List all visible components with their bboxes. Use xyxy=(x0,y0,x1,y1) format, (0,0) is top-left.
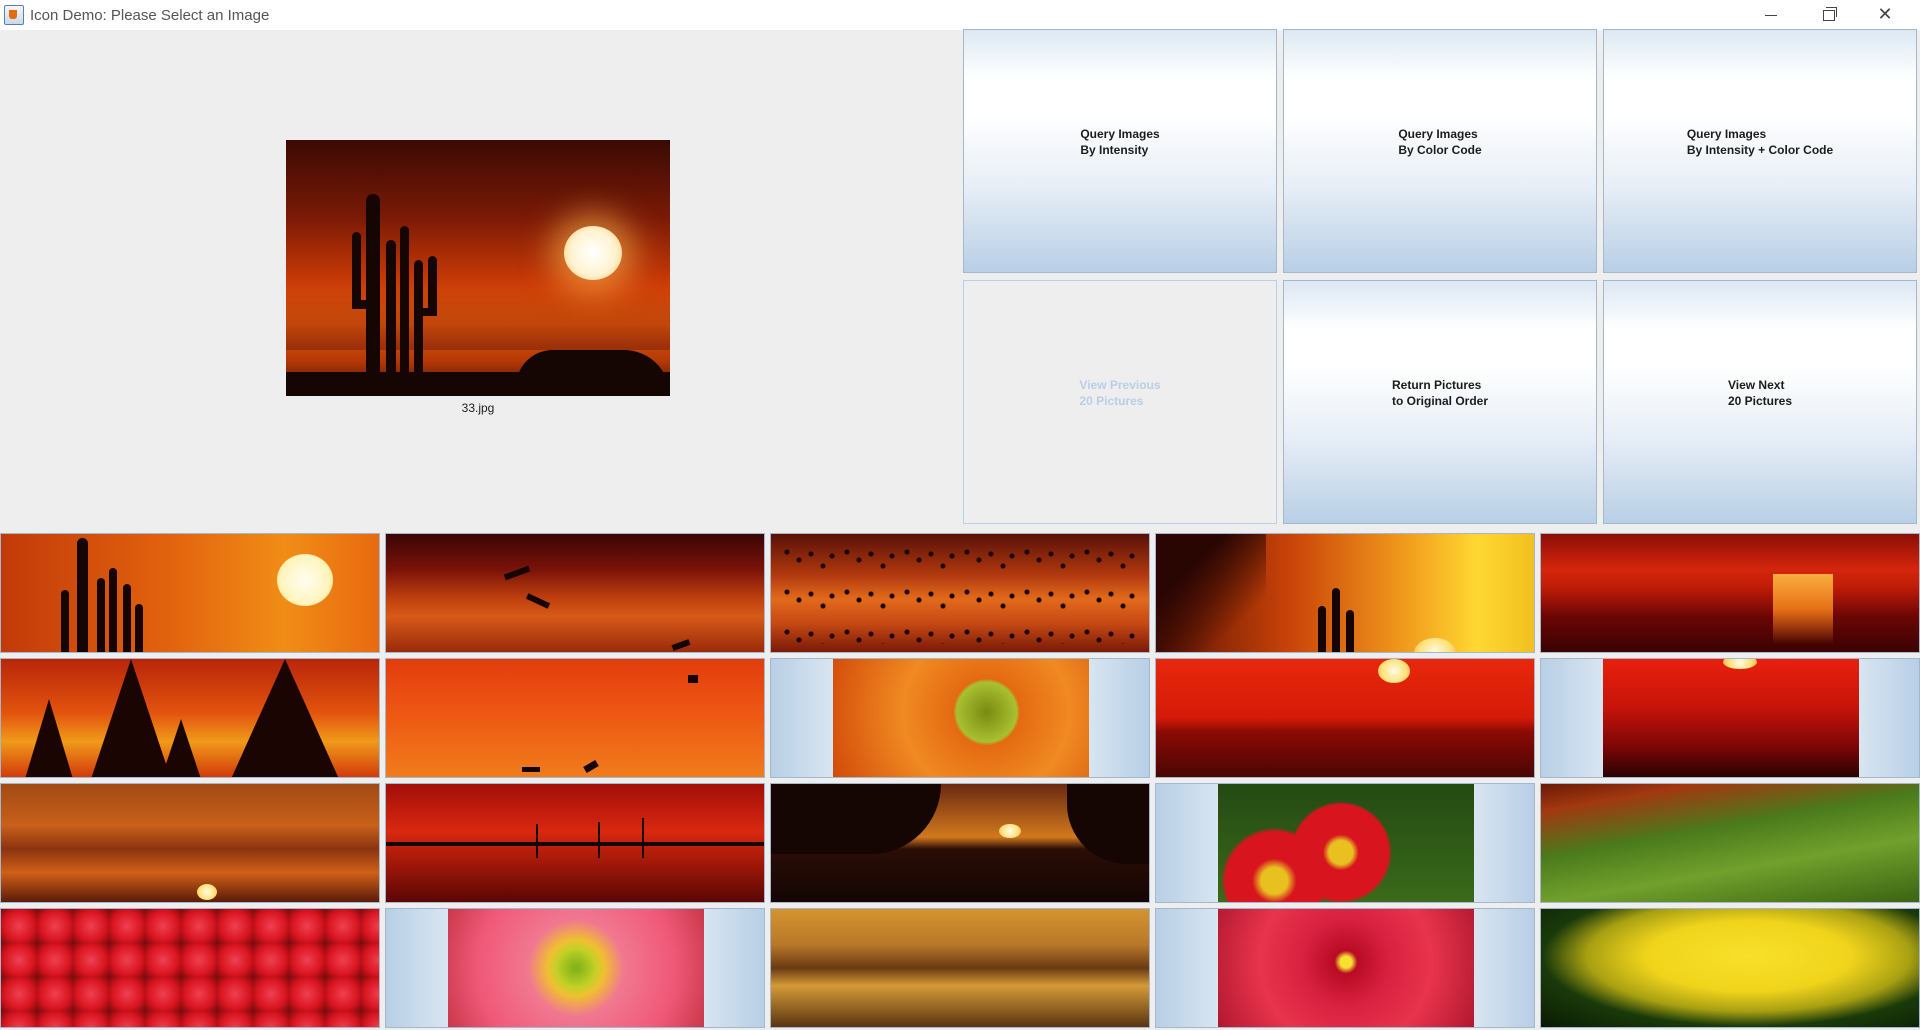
thumbnail-pine-tree-sunset[interactable] xyxy=(0,658,380,778)
thumbnail-flock-of-birds[interactable] xyxy=(770,533,1150,653)
minimize-icon[interactable] xyxy=(1748,0,1794,30)
query-by-color-code-button[interactable]: Query Images By Color Code xyxy=(1283,29,1597,273)
thumbnail-green-landscape[interactable] xyxy=(1540,783,1920,903)
button-label: Return Pictures to Original Order xyxy=(1391,378,1488,408)
query-by-intensity-color-code-button[interactable]: Query Images By Intensity + Color Code xyxy=(1603,29,1917,273)
thumbnail-red-berries[interactable] xyxy=(0,908,380,1028)
thumbnail-red-sunset-horizon[interactable] xyxy=(1540,658,1920,778)
return-original-order-button[interactable]: Return Pictures to Original Order xyxy=(1283,280,1597,524)
thumbnail-clouds-sunset[interactable] xyxy=(770,908,1150,1028)
java-app-icon xyxy=(4,5,24,25)
title-bar: Icon Demo: Please Select an Image ✕ xyxy=(0,0,1920,30)
thumbnail-red-hibiscus[interactable] xyxy=(1155,908,1535,1028)
thumbnail-sunset-over-sea[interactable] xyxy=(1155,658,1535,778)
thumbnail-orange-flower[interactable] xyxy=(770,658,1150,778)
thumbnail-tree-cactus-sunset[interactable] xyxy=(1155,533,1535,653)
thumbnail-sea-sunset-red[interactable] xyxy=(1540,533,1920,653)
preview-filename: 33.jpg xyxy=(461,401,495,415)
button-label: Query Images By Color Code xyxy=(1398,127,1482,157)
thumbnail-birds-over-water[interactable] xyxy=(385,658,765,778)
button-label: View Next 20 Pictures xyxy=(1727,378,1793,408)
view-previous-button[interactable]: View Previous 20 Pictures xyxy=(963,280,1277,524)
thumbnail-cloudy-sunset[interactable] xyxy=(0,783,380,903)
thumbnail-pink-daisy[interactable] xyxy=(385,908,765,1028)
view-next-button[interactable]: View Next 20 Pictures xyxy=(1603,280,1917,524)
window-title: Icon Demo: Please Select an Image xyxy=(30,6,270,24)
button-label: Query Images By Intensity xyxy=(1080,127,1160,157)
button-label: View Previous 20 Pictures xyxy=(1079,378,1161,408)
selected-image-preview xyxy=(286,140,670,396)
thumbnail-sailboats-harbor[interactable] xyxy=(385,783,765,903)
thumbnail-birds-red-sky[interactable] xyxy=(385,533,765,653)
thumbnail-beach-rocks-sunset[interactable] xyxy=(770,783,1150,903)
button-label: Query Images By Intensity + Color Code xyxy=(1686,127,1834,157)
close-icon[interactable]: ✕ xyxy=(1862,0,1908,30)
query-by-intensity-button[interactable]: Query Images By Intensity xyxy=(963,29,1277,273)
restore-icon[interactable] xyxy=(1806,0,1852,30)
thumbnail-red-primrose[interactable] xyxy=(1155,783,1535,903)
thumbnail-cactus-sunset[interactable] xyxy=(0,533,380,653)
thumbnail-yellow-flowers[interactable] xyxy=(1540,908,1920,1028)
